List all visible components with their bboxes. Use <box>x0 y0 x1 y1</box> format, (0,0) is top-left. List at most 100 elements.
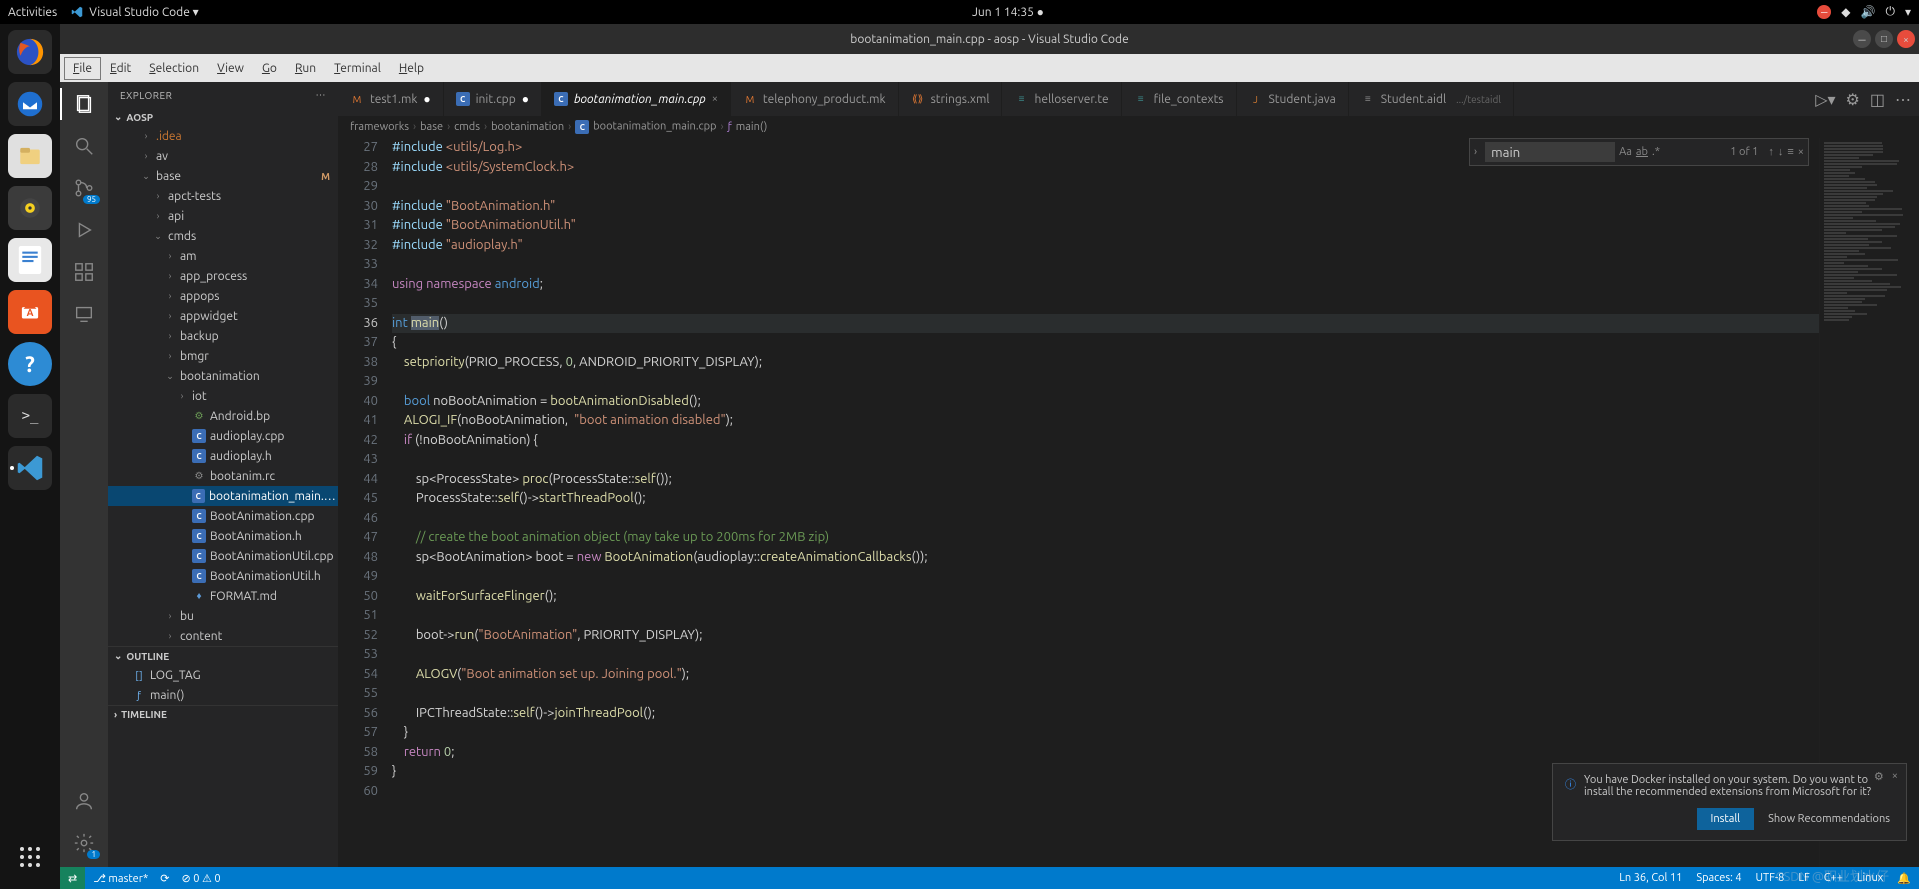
breadcrumb-cmds[interactable]: cmds <box>454 121 480 133</box>
window-maximize[interactable]: □ <box>1875 30 1893 48</box>
folder-bmgr[interactable]: ›bmgr <box>108 346 338 366</box>
minimap[interactable] <box>1819 138 1919 867</box>
status-eol[interactable]: LF <box>1798 872 1809 884</box>
activity-settings[interactable]: 1 <box>70 829 98 857</box>
explorer-more-icon[interactable]: ⋯ <box>316 89 327 101</box>
status-sync[interactable]: ⟳ <box>160 872 169 885</box>
git-branch[interactable]: ⎇ master* <box>93 872 148 885</box>
activity-remote[interactable] <box>70 300 98 328</box>
menu-help[interactable]: Help <box>390 57 433 80</box>
tab-test1.mk[interactable]: Mtest1.mk● <box>338 82 444 116</box>
activity-explorer[interactable] <box>70 90 98 118</box>
outline-main()[interactable]: ƒmain() <box>108 685 338 705</box>
find-close-icon[interactable]: × <box>1798 146 1804 158</box>
clock[interactable]: Jun 1 14:35 ● <box>199 5 1818 19</box>
find-next-icon[interactable]: ↓ <box>1778 146 1784 158</box>
dock-files[interactable] <box>8 134 52 178</box>
regex-icon[interactable]: .* <box>1652 146 1660 158</box>
breadcrumb-bootanimation_main.cpp[interactable]: Cbootanimation_main.cpp <box>575 120 716 134</box>
folder-bootanimation[interactable]: ⌄bootanimation <box>108 366 338 386</box>
file-audioplay.cpp[interactable]: Caudioplay.cpp <box>108 426 338 446</box>
activity-source-control[interactable]: 95 <box>70 174 98 202</box>
dock-terminal[interactable]: >_ <box>8 394 52 438</box>
menu-terminal[interactable]: Terminal <box>325 57 390 80</box>
folder-base[interactable]: ⌄baseM <box>108 166 338 186</box>
folder-bu[interactable]: ›bu <box>108 606 338 626</box>
split-editor-icon[interactable]: ◫ <box>1870 90 1885 109</box>
power-icon[interactable]: ⏻ <box>1885 5 1895 19</box>
menu-view[interactable]: View <box>208 57 253 80</box>
find-input[interactable] <box>1485 142 1615 162</box>
dock-show-apps[interactable] <box>8 835 52 879</box>
dock-thunderbird[interactable] <box>8 82 52 126</box>
dock-firefox[interactable] <box>8 30 52 74</box>
activity-run-debug[interactable] <box>70 216 98 244</box>
timeline-header[interactable]: › TIMELINE <box>108 706 338 723</box>
dropdown-icon[interactable]: ▾ <box>1905 5 1911 19</box>
dock-software[interactable]: A <box>8 290 52 334</box>
menu-go[interactable]: Go <box>253 57 286 80</box>
show-recommendations-button[interactable]: Show Recommendations <box>1764 808 1894 830</box>
tab-settings-icon[interactable]: ⚙ <box>1846 90 1860 109</box>
workspace-header[interactable]: ⌄ AOSP <box>108 108 338 126</box>
match-word-icon[interactable]: ab <box>1636 146 1648 158</box>
do-not-disturb-icon[interactable]: － <box>1817 5 1831 19</box>
tab-helloserver.te[interactable]: ≡helloserver.te <box>1002 82 1121 116</box>
menu-file[interactable]: File <box>64 57 101 80</box>
install-button[interactable]: Install <box>1697 808 1755 830</box>
activities-button[interactable]: Activities <box>8 6 57 19</box>
folder-cmds[interactable]: ⌄cmds <box>108 226 338 246</box>
file-Android.bp[interactable]: ⚙Android.bp <box>108 406 338 426</box>
file-BootAnimationUtil.cpp[interactable]: CBootAnimationUtil.cpp <box>108 546 338 566</box>
breadcrumb-frameworks[interactable]: frameworks <box>350 121 409 133</box>
file-audioplay.h[interactable]: Caudioplay.h <box>108 446 338 466</box>
status-lncol[interactable]: Ln 36, Col 11 <box>1619 872 1682 884</box>
volume-icon[interactable]: 🔊 <box>1861 5 1876 19</box>
menu-edit[interactable]: Edit <box>101 57 140 80</box>
file-BootAnimation.cpp[interactable]: CBootAnimation.cpp <box>108 506 338 526</box>
activity-extensions[interactable] <box>70 258 98 286</box>
window-close[interactable]: × <box>1897 30 1915 48</box>
tab-init.cpp[interactable]: Cinit.cpp● <box>444 82 542 116</box>
status-os[interactable]: Linux <box>1857 872 1883 884</box>
folder-am[interactable]: ›am <box>108 246 338 266</box>
folder-backup[interactable]: ›backup <box>108 326 338 346</box>
more-icon[interactable]: ⋯ <box>1895 90 1911 109</box>
file-BootAnimationUtil.h[interactable]: CBootAnimationUtil.h <box>108 566 338 586</box>
tab-strings.xml[interactable]: ⟪⟫strings.xml <box>899 82 1003 116</box>
run-icon[interactable]: ▷▾ <box>1815 90 1835 109</box>
match-case-icon[interactable]: Aa <box>1619 146 1632 158</box>
find-toggle-icon[interactable]: › <box>1470 146 1481 158</box>
file-BootAnimation.h[interactable]: CBootAnimation.h <box>108 526 338 546</box>
activity-search[interactable] <box>70 132 98 160</box>
folder-.idea[interactable]: ›.idea <box>108 126 338 146</box>
breadcrumb-main()[interactable]: ƒmain() <box>728 121 768 133</box>
dock-help[interactable]: ? <box>8 342 52 386</box>
activity-account[interactable] <box>70 787 98 815</box>
remote-indicator[interactable]: ⇄ <box>60 867 85 889</box>
file-bootanimation_main.cpp[interactable]: Cbootanimation_main.cpp <box>108 486 338 506</box>
code-content[interactable]: #include <utils/Log.h>#include <utils/Sy… <box>386 138 1819 867</box>
toast-close-icon[interactable]: × <box>1892 770 1898 783</box>
tab-telephony_product.mk[interactable]: Mtelephony_product.mk <box>731 82 899 116</box>
outline-LOG_TAG[interactable]: []LOG_TAG <box>108 665 338 685</box>
breadcrumb-bootanimation[interactable]: bootanimation <box>491 121 564 133</box>
network-icon[interactable]: ◆ <box>1841 5 1850 19</box>
menu-selection[interactable]: Selection <box>140 57 208 80</box>
menu-run[interactable]: Run <box>286 57 325 80</box>
window-minimize[interactable]: － <box>1853 30 1871 48</box>
folder-av[interactable]: ›av <box>108 146 338 166</box>
file-bootanim.rc[interactable]: ⚙bootanim.rc <box>108 466 338 486</box>
find-prev-icon[interactable]: ↑ <box>1768 146 1774 158</box>
folder-api[interactable]: ›api <box>108 206 338 226</box>
folder-apct-tests[interactable]: ›apct-tests <box>108 186 338 206</box>
tab-Student.aidl[interactable]: ≡Student.aidl.../testaidl <box>1349 82 1514 116</box>
status-encoding[interactable]: UTF-8 <box>1756 872 1785 884</box>
window-titlebar[interactable]: bootanimation_main.cpp - aosp - Visual S… <box>60 24 1919 54</box>
status-problems[interactable]: ⊘ 0 ⚠ 0 <box>181 872 220 885</box>
breadcrumb-base[interactable]: base <box>420 121 443 133</box>
tab-close-icon[interactable]: × <box>712 93 718 105</box>
status-spaces[interactable]: Spaces: 4 <box>1696 872 1741 884</box>
outline-header[interactable]: ⌄ OUTLINE <box>108 647 338 665</box>
status-lang[interactable]: C++ <box>1824 872 1843 884</box>
